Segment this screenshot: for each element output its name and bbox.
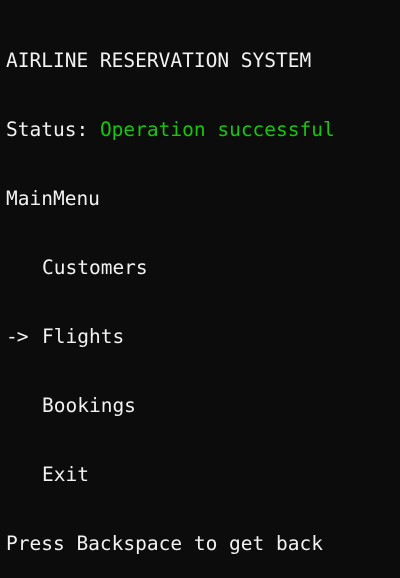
menu-item-label: Bookings	[42, 394, 136, 417]
menu-item-bookings[interactable]: Bookings	[6, 394, 400, 417]
menu-item-customers[interactable]: Customers	[6, 256, 400, 279]
terminal-console: AIRLINE RESERVATION SYSTEM Status: Opera…	[6, 3, 400, 555]
menu-title: MainMenu	[6, 187, 100, 210]
menu-item-exit[interactable]: Exit	[6, 463, 400, 486]
menu-item-label: Exit	[42, 463, 89, 486]
menu-item-label: Flights	[42, 325, 125, 348]
selection-arrow-icon: ->	[6, 325, 28, 348]
app-title: AIRLINE RESERVATION SYSTEM	[6, 49, 312, 72]
menu-item-label: Customers	[42, 256, 148, 279]
status-value: Operation successful	[99, 118, 335, 141]
status-label: Status:	[6, 118, 89, 141]
menu-item-flights[interactable]: -> Flights	[6, 325, 400, 348]
status-line: Status: Operation successful	[6, 118, 400, 141]
backspace-hint: Press Backspace to get back	[6, 532, 323, 555]
